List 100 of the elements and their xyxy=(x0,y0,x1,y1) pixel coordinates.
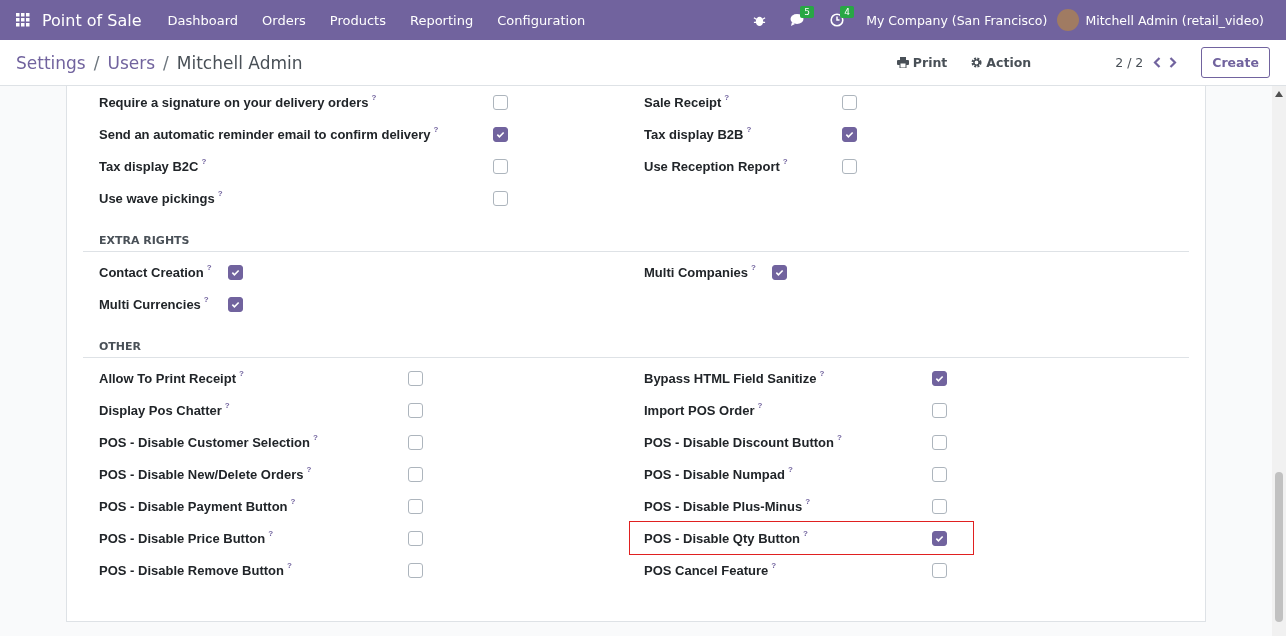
menu-item[interactable]: Dashboard xyxy=(155,12,251,28)
checkbox[interactable] xyxy=(931,530,947,546)
user-avatar[interactable] xyxy=(1057,9,1080,31)
help-icon[interactable]: ? xyxy=(433,125,439,134)
help-icon[interactable]: ? xyxy=(286,561,292,570)
checkbox[interactable] xyxy=(227,264,243,280)
help-icon[interactable]: ? xyxy=(290,497,296,506)
action-button[interactable]: Action xyxy=(967,51,1036,74)
setting-label: POS - Disable New/Delete Orders $^{?}$ xyxy=(99,464,313,484)
help-icon[interactable]: ? xyxy=(201,157,207,166)
help-icon[interactable]: ? xyxy=(746,125,752,134)
scroll-up-icon[interactable] xyxy=(1275,91,1283,97)
section-title: OTHER xyxy=(83,334,1189,358)
setting-label: Multi Companies $^{?}$ xyxy=(644,262,756,282)
company-switcher[interactable]: My Company (San Francisco) xyxy=(866,12,1048,28)
checkbox[interactable] xyxy=(931,466,947,482)
help-icon[interactable]: ? xyxy=(724,93,730,102)
app-name[interactable]: Point of Sale xyxy=(42,10,142,30)
menu-item[interactable]: Orders xyxy=(250,12,318,28)
setting-label: POS - Disable Payment Button $^{?}$ xyxy=(99,496,297,516)
section-title: EXTRA RIGHTS xyxy=(83,228,1189,252)
help-icon[interactable]: ? xyxy=(268,529,274,538)
help-icon[interactable]: ? xyxy=(203,295,209,304)
menu-item[interactable]: Products xyxy=(317,12,398,28)
check-icon xyxy=(230,267,240,277)
setting-label: POS - Disable Numpad $^{?}$ xyxy=(644,464,794,484)
check-icon xyxy=(774,267,784,277)
printer-icon xyxy=(896,57,909,68)
setting-label: Send an automatic reminder email to confirm delivery $^{?}$ xyxy=(99,124,439,144)
checkbox[interactable] xyxy=(771,264,787,280)
checkbox[interactable] xyxy=(931,434,947,450)
checkbox[interactable] xyxy=(407,530,423,546)
print-button[interactable]: Print xyxy=(892,51,952,74)
help-icon[interactable]: ? xyxy=(787,465,793,474)
checkbox[interactable] xyxy=(931,402,947,418)
breadcrumb: Mitchell Admin xyxy=(176,52,303,73)
checkbox[interactable] xyxy=(407,434,423,450)
help-icon[interactable]: ? xyxy=(306,465,312,474)
checkbox[interactable] xyxy=(931,562,947,578)
help-icon[interactable]: ? xyxy=(805,497,811,506)
help-icon[interactable]: ? xyxy=(757,401,763,410)
menu-item[interactable]: Configuration xyxy=(485,12,598,28)
check-icon xyxy=(495,129,505,139)
setting-label: Sale Receipt $^{?}$ xyxy=(644,92,731,112)
checkbox[interactable] xyxy=(931,498,947,514)
breadcrumb[interactable]: Users xyxy=(107,52,156,73)
messages-count: 5 xyxy=(800,6,814,18)
setting-label: Multi Currencies $^{?}$ xyxy=(99,294,210,314)
check-icon xyxy=(844,129,854,139)
setting-label: POS - Disable Plus-Minus $^{?}$ xyxy=(644,496,812,516)
help-icon[interactable]: ? xyxy=(771,561,777,570)
help-icon[interactable]: ? xyxy=(836,433,842,442)
user-menu[interactable]: Mitchell Admin (retail_video) xyxy=(1085,12,1264,28)
setting-label: Import POS Order $^{?}$ xyxy=(644,400,764,420)
activities-count: 4 xyxy=(840,6,854,18)
setting-label: Tax display B2B $^{?}$ xyxy=(644,124,753,144)
help-icon[interactable]: ? xyxy=(239,369,244,378)
setting-label: POS - Disable Qty Button $^{?}$ xyxy=(644,528,809,548)
setting-label: POS - Disable Discount Button $^{?}$ xyxy=(644,432,842,452)
help-icon[interactable]: ? xyxy=(206,263,212,272)
checkbox[interactable] xyxy=(492,190,508,206)
checkbox[interactable] xyxy=(492,158,508,174)
help-icon[interactable]: ? xyxy=(782,157,788,166)
scrollbar[interactable] xyxy=(1272,86,1286,636)
help-icon[interactable]: ? xyxy=(224,401,230,410)
checkbox[interactable] xyxy=(407,370,423,386)
setting-label: Display Pos Chatter $^{?}$ xyxy=(99,400,231,420)
help-icon[interactable]: ? xyxy=(312,433,318,442)
checkbox[interactable] xyxy=(407,402,423,418)
setting-label: POS - Disable Customer Selection $^{?}$ xyxy=(99,432,318,452)
help-icon[interactable]: ? xyxy=(751,263,756,272)
pager-value: 2 / 2 xyxy=(1115,55,1144,70)
app-grid-icon[interactable] xyxy=(16,13,30,27)
help-icon[interactable]: ? xyxy=(819,369,825,378)
breadcrumb-separator: / xyxy=(163,52,169,73)
help-icon[interactable]: ? xyxy=(371,93,377,102)
menu-item[interactable]: Reporting xyxy=(397,12,486,28)
check-icon xyxy=(934,533,944,543)
gear-icon xyxy=(971,57,983,68)
create-button[interactable]: Create xyxy=(1201,47,1270,78)
scrollbar-thumb[interactable] xyxy=(1275,472,1283,622)
checkbox[interactable] xyxy=(407,498,423,514)
clock-icon[interactable] xyxy=(830,13,845,27)
help-icon[interactable]: ? xyxy=(217,189,223,198)
checkbox[interactable] xyxy=(841,94,857,110)
checkbox[interactable] xyxy=(931,370,947,386)
checkbox[interactable] xyxy=(492,126,508,142)
checkbox[interactable] xyxy=(841,126,857,142)
checkbox[interactable] xyxy=(227,296,243,312)
setting-label: POS - Disable Price Button $^{?}$ xyxy=(99,528,275,548)
checkbox[interactable] xyxy=(407,466,423,482)
checkbox[interactable] xyxy=(492,94,508,110)
breadcrumb[interactable]: Settings xyxy=(16,52,86,73)
checkbox[interactable] xyxy=(407,562,423,578)
setting-label: Bypass HTML Field Sanitize $^{?}$ xyxy=(644,368,826,388)
setting-label: Use Reception Report $^{?}$ xyxy=(644,156,788,176)
check-icon xyxy=(934,373,944,383)
check-icon xyxy=(230,299,240,309)
help-icon[interactable]: ? xyxy=(803,529,808,538)
checkbox[interactable] xyxy=(841,158,857,174)
